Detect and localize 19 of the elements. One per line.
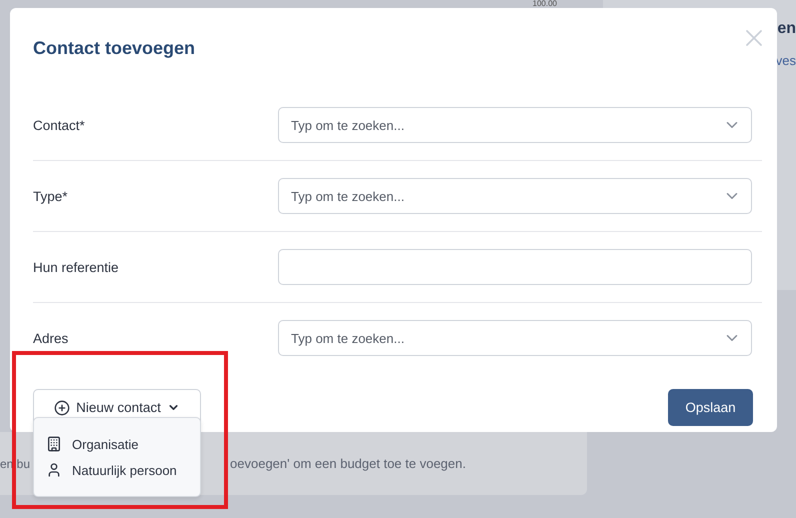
field-label: Contact* [33,118,86,132]
person-icon [46,462,62,478]
card-title: en [777,20,796,38]
budget-text: oevoegen' om een budget toe te voegen. [230,456,466,471]
building-icon [46,436,62,452]
field-label: Hun referentie [33,260,120,274]
select-field[interactable]: Typ om te zoeken... [278,107,752,143]
save-button[interactable]: Opslaan [668,389,753,426]
field-label: Type* [33,188,69,204]
menu-item[interactable]: Natuurlijk persoon [46,462,188,478]
select-field[interactable]: Typ om te zoeken... [278,178,752,214]
amount-text: 100.00 [532,0,557,8]
menu-item[interactable]: Organisatie [46,436,188,452]
field-label: Adres [33,330,70,346]
select-field[interactable]: Typ om te zoeken... [278,320,752,356]
input-field[interactable] [278,249,752,285]
dialog-title: Contact toevoegen [33,38,196,59]
plus-icon [54,400,70,416]
card-link[interactable]: ves [776,53,796,68]
